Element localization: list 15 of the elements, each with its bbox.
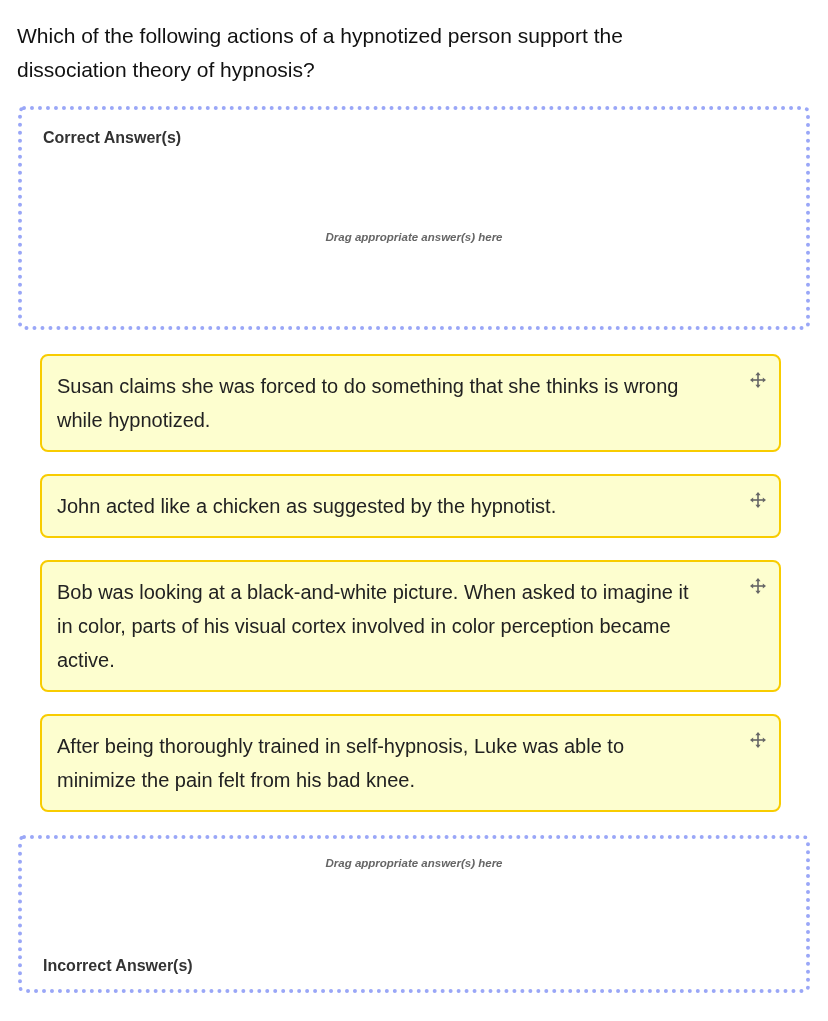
move-handle-icon[interactable] (750, 492, 766, 508)
question-text: Which of the following actions of a hypnotized person support the dissociation theory of hypnosis? (16, 23, 624, 83)
drop-zone[interactable]: Drag appropriate answer(s) here Incorrect Answer(s) (18, 835, 810, 993)
zone-title: Correct Answer(s) (43, 128, 182, 148)
answer-card[interactable]: Bob was looking at a black-and-white picture. When asked to imagine it in color, parts of his visual cortex involved in color perception became active. (40, 560, 781, 692)
drop-zone[interactable]: Correct Answer(s) Drag appropriate answer(s) here (18, 106, 810, 330)
answer-card[interactable]: Susan claims she was forced to do something that she thinks is wrong while hypnotized. (40, 354, 781, 452)
zone-title: Incorrect Answer(s) (43, 956, 193, 976)
drop-hint: Drag appropriate answer(s) here (325, 230, 503, 245)
move-handle-icon[interactable] (750, 372, 766, 388)
answer-card[interactable]: John acted like a chicken as suggested by the hypnotist. (40, 474, 781, 538)
drop-hint: Drag appropriate answer(s) here (325, 856, 503, 871)
answer-card[interactable]: After being thoroughly trained in self-hypnosis, Luke was able to minimize the pain felt from his bad knee. (40, 714, 781, 812)
move-handle-icon[interactable] (750, 732, 766, 748)
move-handle-icon[interactable] (750, 578, 766, 594)
